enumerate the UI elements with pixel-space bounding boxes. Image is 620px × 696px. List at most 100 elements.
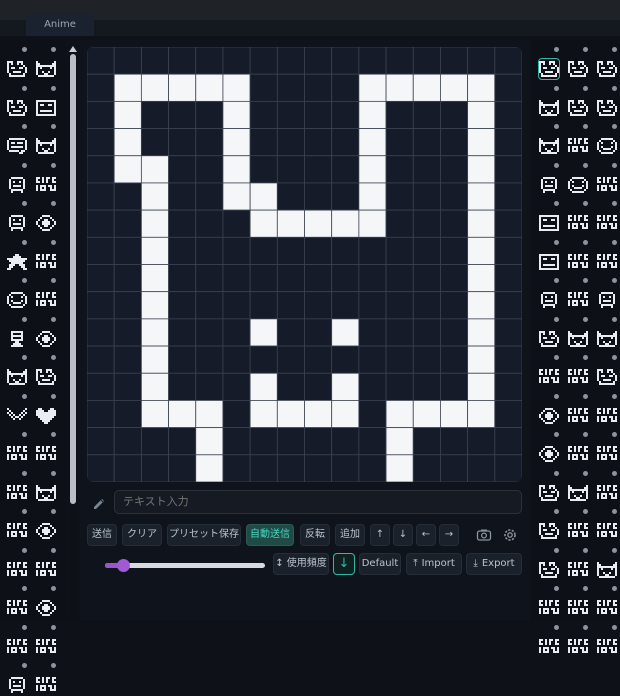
preset-text-icon[interactable]: [35, 674, 57, 696]
scrollbar-thumb[interactable]: [70, 54, 76, 504]
preset-text-icon[interactable]: [567, 405, 589, 427]
pixel-grid[interactable]: [87, 47, 522, 482]
grid-cell[interactable]: [87, 291, 115, 320]
preset-box-icon[interactable]: [35, 97, 57, 119]
grid-cell[interactable]: [494, 73, 522, 102]
grid-cell[interactable]: [385, 47, 414, 75]
grid-cell[interactable]: [467, 372, 496, 401]
grid-cell[interactable]: [412, 47, 441, 75]
grid-cell[interactable]: [140, 236, 169, 265]
grid-cell[interactable]: [304, 318, 333, 347]
grid-cell[interactable]: [440, 454, 469, 482]
grid-cell[interactable]: [140, 47, 169, 75]
preset-delete-dot[interactable]: [22, 624, 27, 630]
grid-cell[interactable]: [304, 47, 333, 75]
invert-button[interactable]: 反転: [300, 524, 330, 546]
preset-list-left[interactable]: [0, 40, 66, 693]
preset-smile-icon[interactable]: [6, 289, 28, 311]
grid-cell[interactable]: [494, 427, 522, 456]
grid-cell[interactable]: [276, 372, 305, 401]
export-button[interactable]: ⤓ Export: [466, 553, 522, 575]
grid-cell[interactable]: [249, 209, 278, 238]
preset-list-right[interactable]: [532, 40, 620, 653]
grid-cell[interactable]: [276, 345, 305, 374]
preset-delete-dot[interactable]: [22, 470, 27, 476]
preset-text-icon[interactable]: [6, 443, 28, 465]
grid-cell[interactable]: [276, 47, 305, 75]
preset-delete-dot[interactable]: [22, 663, 27, 668]
preset-delete-dot[interactable]: [554, 624, 559, 630]
grid-cell[interactable]: [467, 454, 496, 482]
preset-robot-icon[interactable]: [538, 289, 560, 311]
grid-cell[interactable]: [467, 291, 496, 320]
preset-cat-icon[interactable]: [538, 135, 560, 157]
grid-cell[interactable]: [304, 155, 333, 184]
grid-cell[interactable]: [331, 372, 360, 401]
preset-text-icon[interactable]: [6, 559, 28, 581]
preset-delete-dot[interactable]: [22, 547, 27, 553]
preset-face-icon[interactable]: [538, 328, 560, 350]
grid-cell[interactable]: [276, 209, 305, 238]
grid-cell[interactable]: [249, 291, 278, 320]
preset-text-icon[interactable]: [596, 212, 618, 234]
grid-cell[interactable]: [358, 427, 387, 456]
preset-delete-dot[interactable]: [22, 278, 27, 283]
grid-cell[interactable]: [87, 236, 115, 265]
grid-cell[interactable]: [358, 345, 387, 374]
grid-cell[interactable]: [276, 291, 305, 320]
grid-cell[interactable]: [222, 454, 251, 482]
preset-tall-icon[interactable]: [6, 328, 28, 350]
preset-delete-dot[interactable]: [583, 432, 588, 437]
grid-cell[interactable]: [331, 345, 360, 374]
grid-cell[interactable]: [412, 291, 441, 320]
grid-cell[interactable]: [113, 291, 142, 320]
preset-text-icon[interactable]: [567, 251, 589, 273]
grid-cell[interactable]: [140, 128, 169, 157]
grid-cell[interactable]: [249, 128, 278, 157]
preset-cat-icon[interactable]: [35, 482, 57, 504]
grid-cell[interactable]: [249, 264, 278, 293]
preset-delete-dot[interactable]: [583, 201, 588, 206]
preset-delete-dot[interactable]: [22, 432, 27, 437]
preset-text-icon[interactable]: [596, 636, 618, 658]
grid-cell[interactable]: [140, 345, 169, 374]
grid-cell[interactable]: [494, 372, 522, 401]
preset-delete-dot[interactable]: [583, 624, 588, 630]
grid-cell[interactable]: [385, 454, 414, 482]
grid-cell[interactable]: [467, 47, 496, 75]
grid-cell[interactable]: [331, 318, 360, 347]
grid-cell[interactable]: [113, 182, 142, 211]
preset-delete-dot[interactable]: [51, 624, 56, 630]
preset-delete-dot[interactable]: [612, 547, 617, 553]
preset-delete-dot[interactable]: [583, 239, 588, 245]
grid-cell[interactable]: [358, 264, 387, 293]
grid-cell[interactable]: [168, 345, 197, 374]
grid-cell[interactable]: [140, 100, 169, 129]
grid-cell[interactable]: [140, 427, 169, 456]
preset-face-icon[interactable]: [538, 559, 560, 581]
grid-cell[interactable]: [440, 427, 469, 456]
grid-cell[interactable]: [249, 318, 278, 347]
grid-cell[interactable]: [494, 100, 522, 129]
grid-cell[interactable]: [331, 264, 360, 293]
preset-delete-dot[interactable]: [612, 85, 617, 91]
grid-cell[interactable]: [467, 182, 496, 211]
grid-cell[interactable]: [412, 182, 441, 211]
grid-cell[interactable]: [140, 155, 169, 184]
grid-cell[interactable]: [358, 454, 387, 482]
grid-cell[interactable]: [195, 155, 224, 184]
grid-cell[interactable]: [358, 291, 387, 320]
grid-cell[interactable]: [276, 236, 305, 265]
grid-cell[interactable]: [440, 372, 469, 401]
preset-face-icon[interactable]: [596, 58, 618, 80]
preset-delete-dot[interactable]: [554, 85, 559, 91]
grid-cell[interactable]: [113, 100, 142, 129]
grid-cell[interactable]: [331, 128, 360, 157]
grid-cell[interactable]: [440, 73, 469, 102]
grid-cell[interactable]: [412, 454, 441, 482]
preset-smile-icon[interactable]: [596, 135, 618, 157]
grid-cell[interactable]: [412, 73, 441, 102]
grid-cell[interactable]: [385, 128, 414, 157]
grid-cell[interactable]: [195, 100, 224, 129]
grid-cell[interactable]: [249, 155, 278, 184]
